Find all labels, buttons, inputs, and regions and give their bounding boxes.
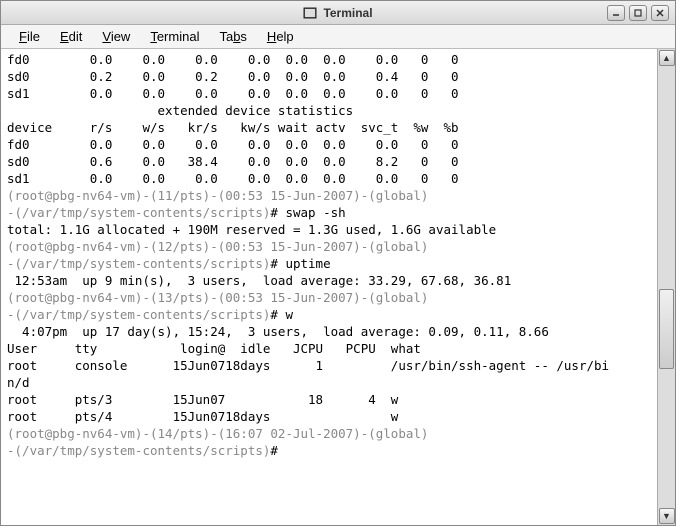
out-line: root pts/3 15Jun07 18 4 w xyxy=(7,392,398,407)
cmd: # swap -sh xyxy=(270,205,345,220)
terminal-output[interactable]: fd0 0.0 0.0 0.0 0.0 0.0 0.0 0.0 0 0 sd0 … xyxy=(1,49,657,525)
out-line: root pts/4 15Jun0718days w xyxy=(7,409,398,424)
out-line: root console 15Jun0718days 1 /usr/bin/ss… xyxy=(7,358,609,373)
out-line: User tty login@ idle JCPU PCPU what xyxy=(7,341,421,356)
out-line: n/d xyxy=(7,375,30,390)
prompt-line: (root@pbg-nv64-vm)-(13/pts)-(00:53 15-Ju… xyxy=(7,290,428,305)
prompt-line: (root@pbg-nv64-vm)-(11/pts)-(00:53 15-Ju… xyxy=(7,188,428,203)
window-title: Terminal xyxy=(323,6,372,20)
cmd: # w xyxy=(270,307,293,322)
terminal-icon xyxy=(303,6,317,20)
menu-help[interactable]: Help xyxy=(257,27,304,46)
cmd: # xyxy=(270,443,285,458)
maximize-button[interactable] xyxy=(629,5,647,21)
scroll-down-button[interactable]: ▼ xyxy=(659,508,675,524)
menu-file[interactable]: File xyxy=(9,27,50,46)
prompt-line: -(/var/tmp/system-contents/scripts) xyxy=(7,205,270,220)
minimize-button[interactable] xyxy=(607,5,625,21)
titlebar: Terminal xyxy=(1,1,675,25)
menu-view[interactable]: View xyxy=(92,27,140,46)
prompt-line: -(/var/tmp/system-contents/scripts) xyxy=(7,307,270,322)
out-line: sd0 0.2 0.0 0.2 0.0 0.0 0.0 0.4 0 0 xyxy=(7,69,459,84)
terminal-area: fd0 0.0 0.0 0.0 0.0 0.0 0.0 0.0 0 0 sd0 … xyxy=(1,49,675,525)
menu-terminal[interactable]: Terminal xyxy=(140,27,209,46)
menu-edit[interactable]: Edit xyxy=(50,27,92,46)
cmd: # uptime xyxy=(270,256,330,271)
out-line: 12:53am up 9 min(s), 3 users, load avera… xyxy=(7,273,511,288)
out-line: device r/s w/s kr/s kw/s wait actv svc_t… xyxy=(7,120,459,135)
prompt-line: -(/var/tmp/system-contents/scripts) xyxy=(7,256,270,271)
out-line: sd0 0.6 0.0 38.4 0.0 0.0 0.0 8.2 0 0 xyxy=(7,154,459,169)
close-button[interactable] xyxy=(651,5,669,21)
out-line: fd0 0.0 0.0 0.0 0.0 0.0 0.0 0.0 0 0 xyxy=(7,137,459,152)
menubar: File Edit View Terminal Tabs Help xyxy=(1,25,675,49)
scrollbar[interactable]: ▲ ▼ xyxy=(657,49,675,525)
out-line: 4:07pm up 17 day(s), 15:24, 3 users, loa… xyxy=(7,324,549,339)
out-line: sd1 0.0 0.0 0.0 0.0 0.0 0.0 0.0 0 0 xyxy=(7,171,459,186)
scroll-up-button[interactable]: ▲ xyxy=(659,50,675,66)
out-line: total: 1.1G allocated + 190M reserved = … xyxy=(7,222,496,237)
terminal-window: Terminal File Edit View Terminal Tabs He… xyxy=(0,0,676,526)
menu-tabs[interactable]: Tabs xyxy=(209,27,256,46)
scroll-thumb[interactable] xyxy=(659,289,674,369)
prompt-line: -(/var/tmp/system-contents/scripts) xyxy=(7,443,270,458)
prompt-line: (root@pbg-nv64-vm)-(12/pts)-(00:53 15-Ju… xyxy=(7,239,428,254)
out-line: sd1 0.0 0.0 0.0 0.0 0.0 0.0 0.0 0 0 xyxy=(7,86,459,101)
prompt-line: (root@pbg-nv64-vm)-(14/pts)-(16:07 02-Ju… xyxy=(7,426,428,441)
out-line: extended device statistics xyxy=(7,103,353,118)
out-line: fd0 0.0 0.0 0.0 0.0 0.0 0.0 0.0 0 0 xyxy=(7,52,459,67)
